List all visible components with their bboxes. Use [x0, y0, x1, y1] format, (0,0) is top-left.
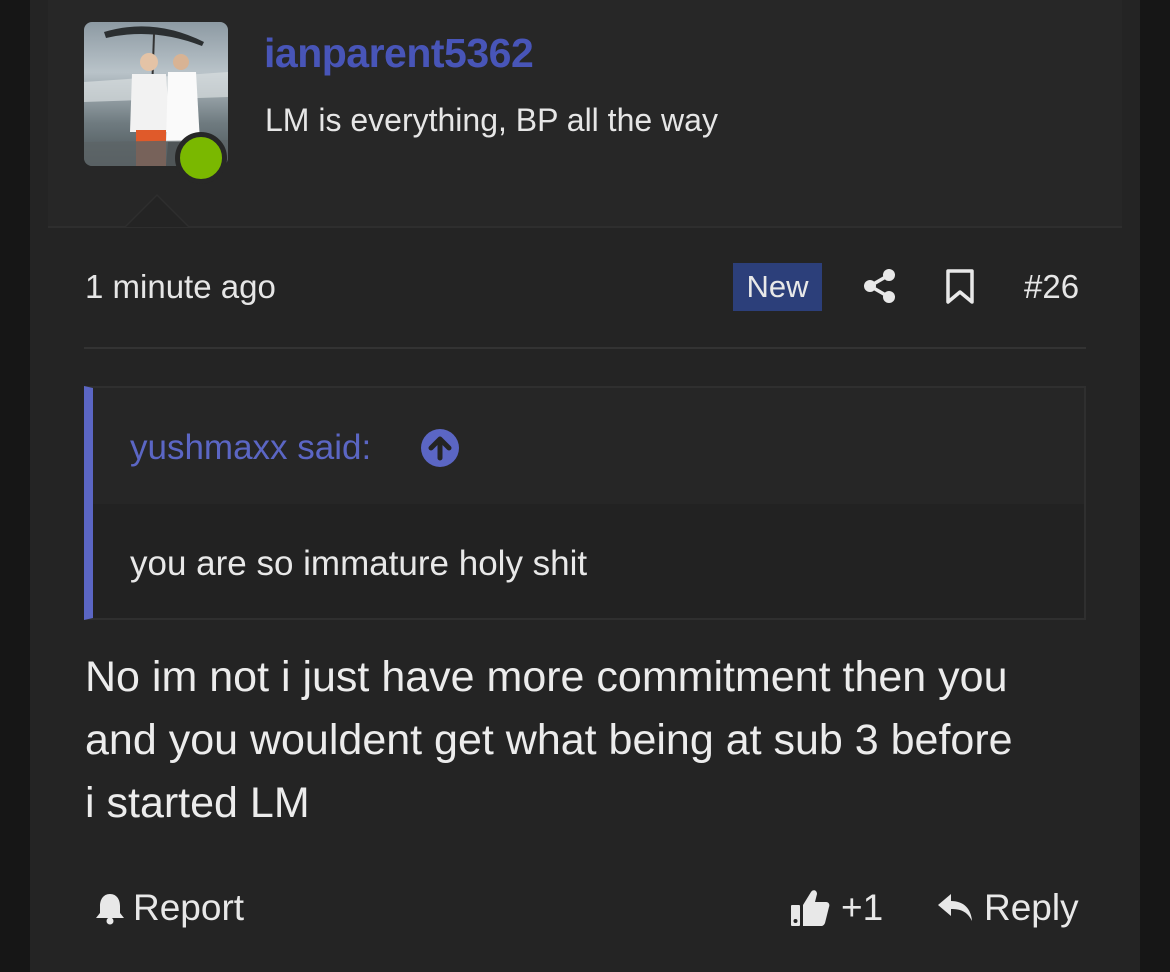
bookmark-icon[interactable]	[944, 268, 976, 311]
post-timestamp[interactable]: 1 minute ago	[85, 268, 276, 306]
report-button[interactable]: Report	[93, 887, 244, 929]
post-body: No im not i just have more commitment th…	[85, 646, 1085, 835]
bell-icon	[96, 894, 124, 925]
author-user-title: LM is everything, BP all the way	[265, 102, 718, 138]
quote-text: you are so immature holy shit	[130, 544, 588, 583]
quote-block: yushmaxx said: you are so immature holy …	[84, 386, 1086, 620]
thumbs-up-icon	[791, 890, 830, 926]
author-username[interactable]: ianparent5362	[264, 30, 534, 77]
share-icon[interactable]	[862, 268, 898, 309]
online-status-dot	[175, 132, 227, 184]
reply-label: Reply	[984, 887, 1079, 928]
new-badge: New	[733, 263, 822, 311]
quote-author-link[interactable]: yushmaxx said:	[130, 428, 371, 468]
reply-icon	[938, 894, 972, 921]
like-button[interactable]: +1	[789, 887, 883, 929]
like-count: +1	[841, 887, 884, 928]
post-body-line: No im not i just have more commitment th…	[85, 653, 1008, 701]
meta-divider	[84, 347, 1086, 349]
arrow-up-circle-icon[interactable]	[420, 428, 460, 473]
report-label: Report	[133, 887, 245, 928]
post-permalink-number[interactable]: #26	[1024, 268, 1079, 306]
post-body-line: and you wouldent get what being at sub 3…	[85, 716, 1013, 764]
author-header-pointer	[124, 194, 190, 227]
reply-button[interactable]: Reply	[936, 887, 1079, 929]
post-body-line: i started LM	[85, 779, 310, 827]
